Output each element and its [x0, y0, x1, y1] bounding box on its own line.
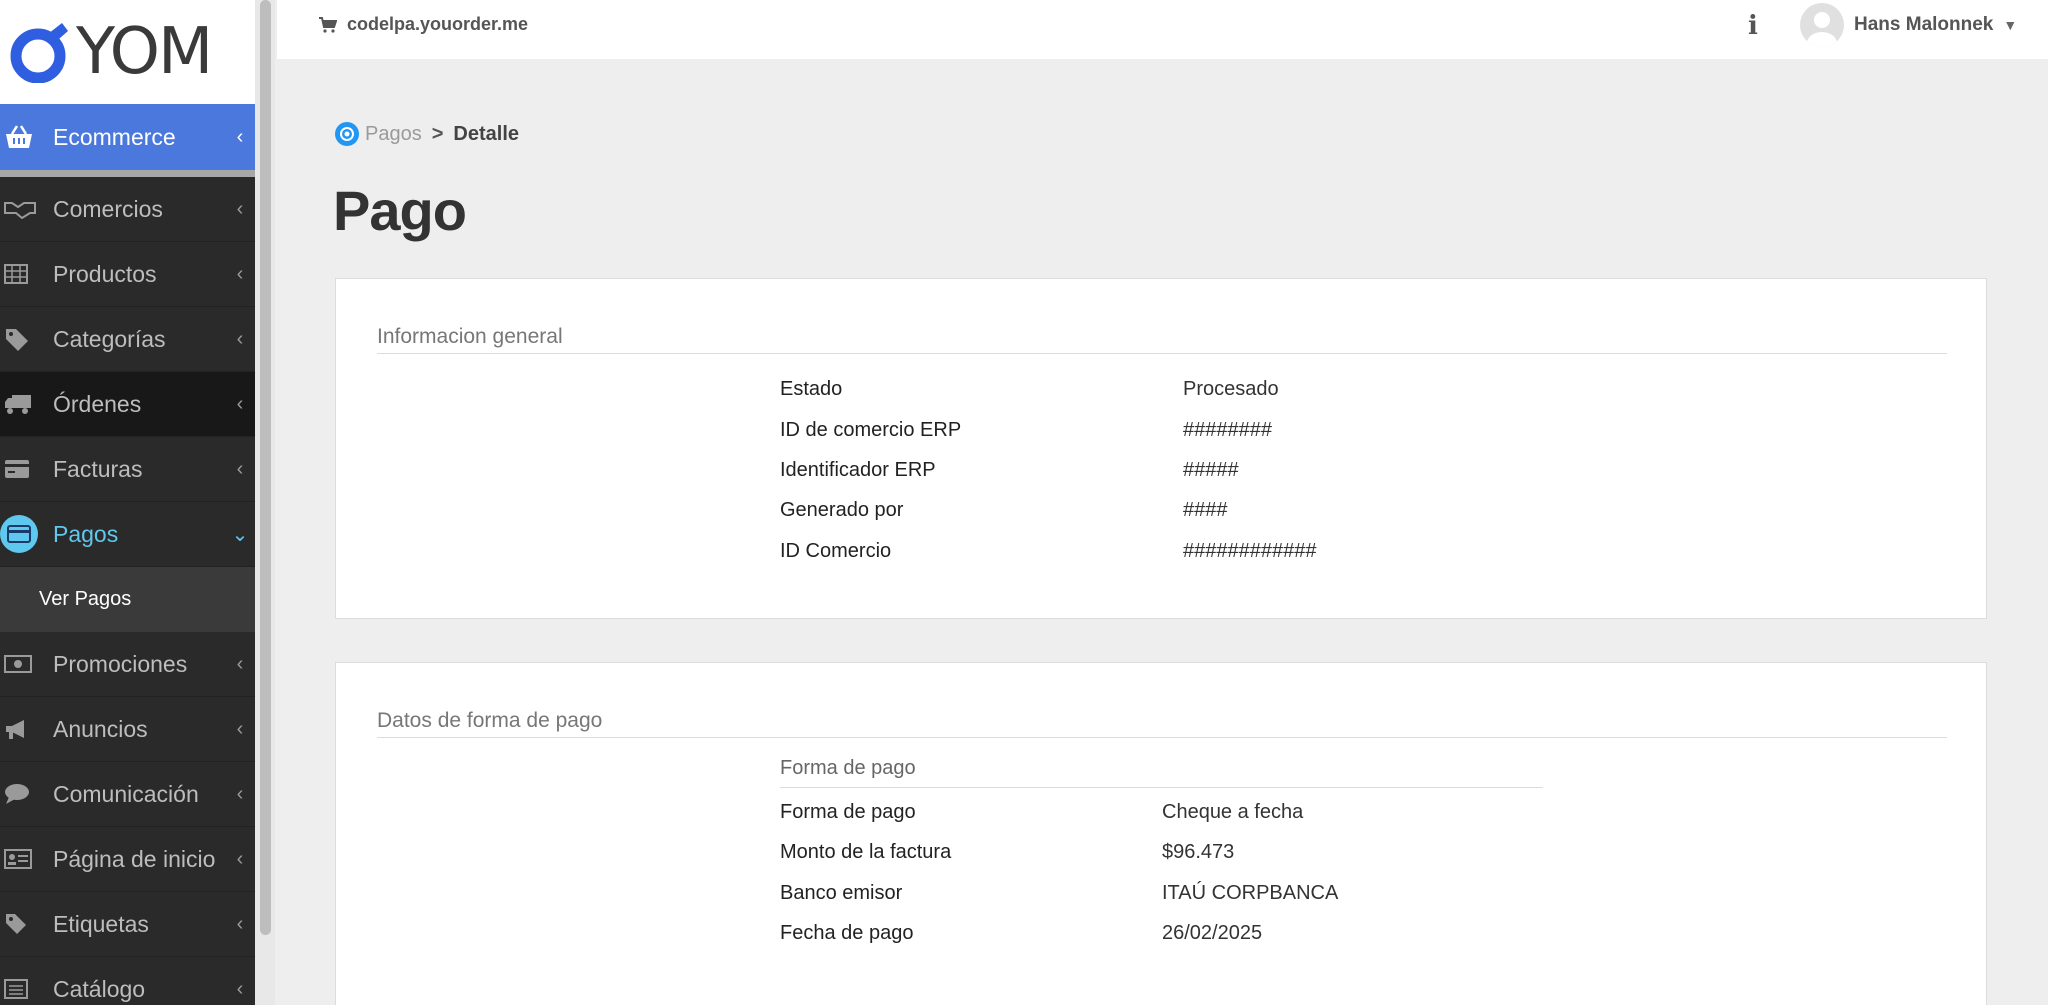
sidebar-item-etiquetas[interactable]: Etiquetas ‹ [0, 892, 255, 957]
user-menu[interactable]: Hans Malonnek ▼ [1800, 3, 2017, 47]
sidebar-item-comercios[interactable]: Comercios ‹ [0, 177, 255, 242]
breadcrumb-current: Detalle [453, 122, 519, 145]
info-key: ID de comercio ERP [780, 419, 962, 441]
subsection-title: Forma de pago [780, 757, 916, 779]
sidebar-subitem-ver-pagos[interactable]: Ver Pagos [0, 567, 255, 632]
sidebar: YOM Ecommerce ‹ Comercios ‹ Productos ‹ … [0, 0, 255, 1005]
info-value: ######## [1183, 419, 1272, 441]
payment-card-icon [0, 515, 53, 553]
store-name: codelpa.youorder.me [347, 14, 529, 34]
payment-method-card: Datos de forma de pago Forma de pago For… [335, 662, 1987, 1005]
sidebar-item-label: Comercios [53, 195, 163, 222]
cart-icon [319, 16, 337, 33]
breadcrumb-link-pagos[interactable]: Pagos [365, 123, 422, 146]
breadcrumb: Pagos > Detalle [335, 122, 519, 146]
sidebar-item-comunicacion[interactable]: Comunicación ‹ [0, 762, 255, 827]
chevron-left-icon: ‹ [236, 392, 244, 415]
section-title: Datos de forma de pago [377, 709, 603, 732]
chevron-left-icon: ‹ [236, 912, 244, 935]
truck-icon [0, 393, 53, 415]
info-icon[interactable]: i [1748, 11, 1758, 41]
yom-logo-icon: YOM [10, 15, 213, 89]
sidebar-item-label: Comunicación [53, 780, 199, 807]
info-value: ##### [1183, 459, 1239, 481]
avatar [1800, 3, 1844, 47]
info-value: Procesado [1183, 378, 1279, 400]
chevron-left-icon: ‹ [236, 652, 244, 675]
payment-value: Cheque a fecha [1162, 801, 1304, 823]
sidebar-item-label: Anuncios [53, 715, 148, 742]
section-title: Informacion general [377, 325, 563, 348]
sidebar-item-categorias[interactable]: Categorías ‹ [0, 307, 255, 372]
chevron-left-icon: ‹ [236, 262, 244, 285]
store-link[interactable]: codelpa.youorder.me [319, 14, 528, 35]
subsection-divider [780, 787, 1543, 788]
sidebar-item-pagina-inicio[interactable]: Página de inicio ‹ [0, 827, 255, 892]
chat-icon [0, 783, 53, 805]
sidebar-item-promociones[interactable]: Promociones ‹ [0, 632, 255, 697]
tag-icon [0, 912, 53, 936]
chevron-left-icon: ‹ [236, 782, 244, 805]
chevron-left-icon: ‹ [236, 717, 244, 740]
payment-value: 26/02/2025 [1162, 922, 1263, 944]
id-card-icon [0, 849, 53, 869]
sidebar-item-catalogo[interactable]: Catálogo ‹ [0, 957, 255, 1005]
sidebar-item-anuncios[interactable]: Anuncios ‹ [0, 697, 255, 762]
sidebar-item-label: Etiquetas [53, 910, 149, 937]
payment-key: Monto de la factura [780, 841, 952, 863]
breadcrumb-separator: > [431, 122, 444, 145]
info-key: Identificador ERP [780, 459, 936, 481]
sidebar-item-facturas[interactable]: Facturas ‹ [0, 437, 255, 502]
payment-key: Forma de pago [780, 801, 916, 823]
sidebar-item-productos[interactable]: Productos ‹ [0, 242, 255, 307]
sidebar-item-label: Órdenes [53, 390, 142, 417]
sidebar-scrollbar-thumb[interactable] [260, 0, 271, 935]
brand-header[interactable]: YOM [0, 0, 255, 104]
target-icon [335, 122, 359, 146]
sidebar-item-label: Categorías [53, 325, 166, 352]
payment-key: Fecha de pago [780, 922, 914, 944]
chevron-left-icon: ‹ [236, 457, 244, 480]
chevron-down-icon: ⌄ [231, 523, 249, 546]
section-divider [377, 737, 1947, 738]
tags-icon [0, 327, 53, 351]
list-icon [0, 979, 53, 999]
info-value: ############ [1183, 540, 1317, 562]
sidebar-item-label: Ecommerce [53, 123, 176, 150]
sidebar-item-label: Facturas [53, 455, 143, 482]
sidebar-item-label: Promociones [53, 650, 188, 677]
chevron-left-icon: ‹ [236, 197, 244, 220]
payment-key: Banco emisor [780, 882, 903, 904]
basket-icon [0, 124, 53, 150]
table-icon [0, 264, 53, 284]
caret-down-icon: ▼ [2003, 17, 2018, 33]
section-divider [377, 353, 1947, 354]
page-title: Pago [333, 179, 467, 242]
sidebar-item-label: Productos [53, 260, 157, 287]
handshake-icon [0, 199, 53, 219]
sidebar-item-label: Página de inicio [53, 845, 216, 872]
sidebar-item-ordenes[interactable]: Órdenes ‹ [0, 372, 255, 437]
general-info-card: Informacion general Estado Procesado ID … [335, 278, 1987, 619]
credit-card-icon [0, 459, 53, 479]
payment-value: $96.473 [1162, 841, 1235, 863]
chevron-left-icon: ‹ [236, 847, 244, 870]
info-value: #### [1183, 499, 1228, 521]
chevron-left-icon: ‹ [236, 327, 244, 350]
chevron-left-icon: ‹ [236, 977, 244, 1000]
info-key: Generado por [780, 499, 904, 521]
info-key: Estado [780, 378, 843, 400]
brand-name: YOM [76, 15, 213, 89]
user-name: Hans Malonnek [1854, 14, 1994, 35]
payment-value: ITAÚ CORPBANCA [1162, 882, 1339, 904]
money-icon [0, 655, 53, 673]
sidebar-item-pagos[interactable]: Pagos ⌄ [0, 502, 255, 567]
chevron-left-icon: ‹ [236, 125, 244, 148]
sidebar-item-ecommerce[interactable]: Ecommerce ‹ [0, 104, 255, 177]
top-bar: codelpa.youorder.me i Hans Malonnek ▼ [277, 0, 2048, 59]
info-key: ID Comercio [780, 540, 892, 562]
megaphone-icon [0, 718, 53, 740]
sidebar-item-label: Pagos [53, 520, 119, 547]
sidebar-item-label: Catálogo [53, 975, 146, 1002]
